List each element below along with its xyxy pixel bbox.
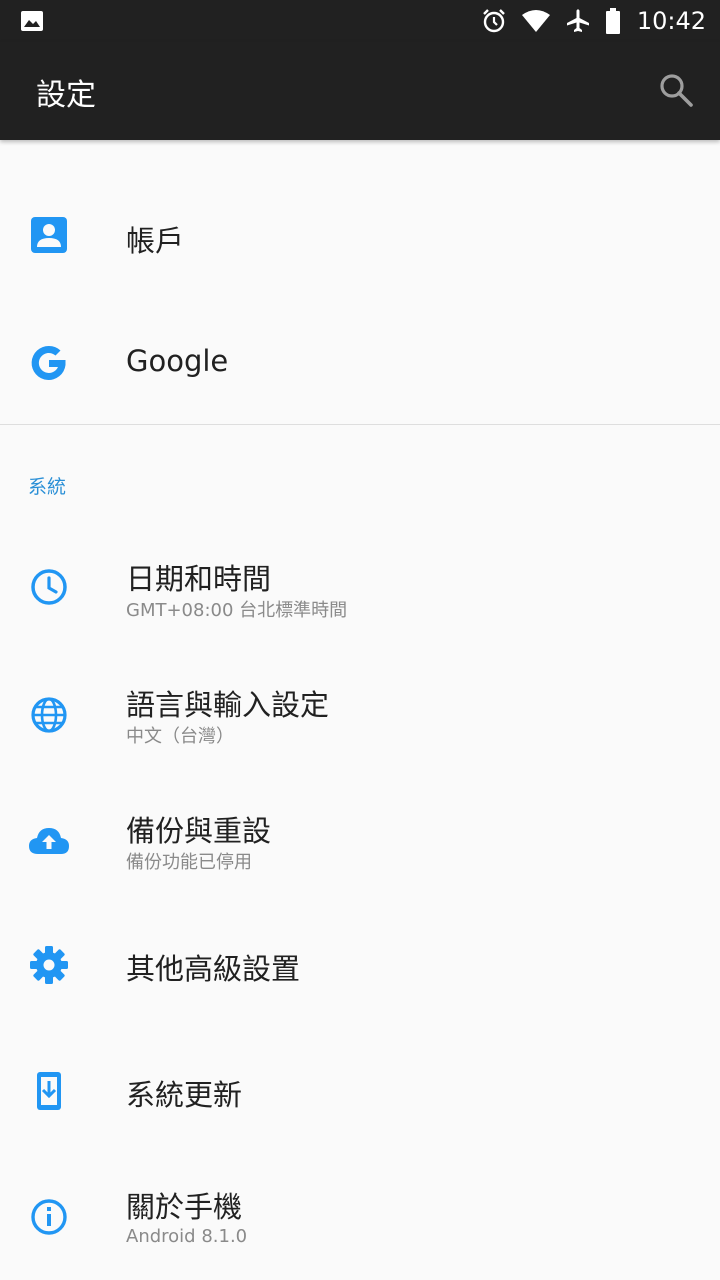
list-item-title: Google — [126, 344, 229, 378]
search-icon[interactable] — [658, 72, 694, 108]
list-item-title: 關於手機 — [126, 1190, 243, 1224]
list-item-summary: GMT+08:00 台北標準時間 — [126, 600, 348, 621]
list-item-title: 語言與輸入設定 — [126, 688, 330, 722]
system-update-icon — [37, 1072, 61, 1110]
wifi-icon — [521, 10, 550, 32]
list-item-summary: Android 8.1.0 — [126, 1226, 248, 1247]
list-item-date-time[interactable]: 日期和時間 GMT+08:00 台北標準時間 — [0, 526, 720, 652]
image-icon — [21, 11, 43, 31]
list-item-advanced-settings[interactable]: 其他高級設置 — [0, 904, 720, 1028]
list-item-about-phone[interactable]: 關於手機 Android 8.1.0 — [0, 1154, 720, 1280]
list-item-google[interactable]: Google — [0, 300, 720, 424]
list-item-title: 其他高級設置 — [126, 952, 301, 986]
clock-icon — [31, 569, 67, 605]
info-icon — [31, 1199, 67, 1235]
alarm-icon — [482, 9, 505, 33]
airplane-icon — [566, 9, 589, 32]
gear-icon — [30, 946, 68, 984]
list-item-summary: 備份功能已停用 — [126, 852, 252, 873]
status-time: 10:42 — [636, 7, 706, 35]
list-item-title: 日期和時間 — [126, 562, 272, 596]
globe-icon — [31, 697, 67, 733]
list-item-title: 系統更新 — [126, 1078, 243, 1112]
battery-icon — [605, 8, 620, 34]
page-title: 設定 — [36, 78, 96, 113]
list-item-summary: 中文（台灣） — [126, 726, 234, 747]
list-item-system-update[interactable]: 系統更新 — [0, 1028, 720, 1154]
list-item-language-input[interactable]: 語言與輸入設定 中文（台灣） — [0, 652, 720, 778]
status-bar: 10:42 — [0, 0, 720, 42]
list-item-accounts[interactable]: 帳戶 — [0, 170, 720, 300]
list-item-backup-reset[interactable]: 備份與重設 備份功能已停用 — [0, 778, 720, 904]
cloud-upload-icon — [29, 828, 69, 854]
list-item-title: 帳戶 — [126, 224, 185, 258]
list-item-title: 備份與重設 — [126, 814, 272, 848]
account-icon — [31, 217, 67, 253]
google-icon — [31, 345, 66, 380]
toolbar: 設定 — [0, 42, 720, 140]
section-header: 系統 — [28, 476, 67, 498]
divider — [0, 424, 720, 425]
